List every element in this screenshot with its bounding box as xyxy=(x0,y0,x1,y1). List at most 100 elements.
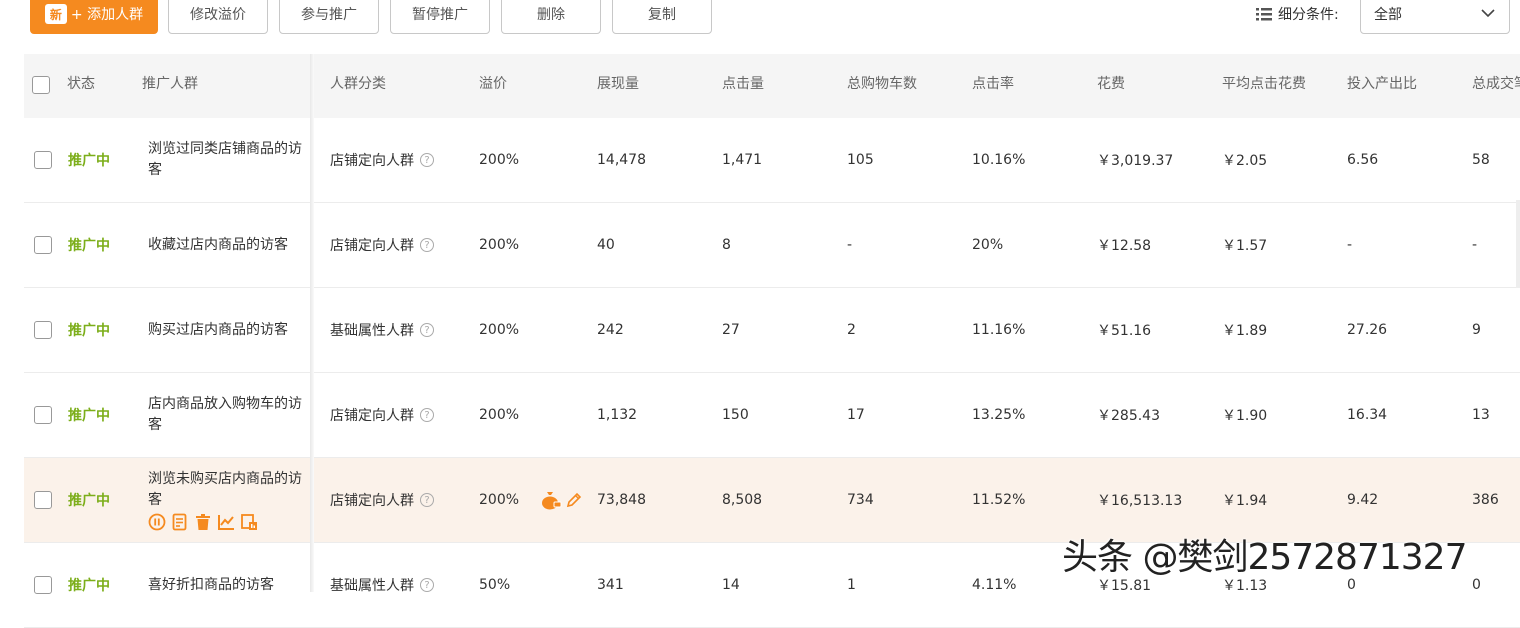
category-label: 店铺定向人群 xyxy=(330,153,414,169)
help-icon[interactable]: ? xyxy=(420,493,434,507)
watermark: 头条 @樊剑2572871327 xyxy=(1062,537,1467,578)
ctr-cell: 11.52% xyxy=(972,492,1026,508)
status-badge: 推广中 xyxy=(68,238,110,254)
orders-cell: 0 xyxy=(1472,577,1481,593)
category-cell: 店铺定向人群? xyxy=(330,203,434,287)
add-audience-label: + 添加人群 xyxy=(70,7,144,23)
category-cell: 基础属性人群? xyxy=(330,288,434,372)
cpc-cell: ￥1.90 xyxy=(1222,408,1268,424)
help-icon[interactable]: ? xyxy=(420,323,434,337)
help-icon[interactable]: ? xyxy=(420,153,434,167)
help-icon[interactable]: ? xyxy=(420,578,434,592)
cart-cell: - xyxy=(847,237,853,253)
audience-name: 购买过店内商品的访客 xyxy=(148,321,288,338)
cart-cell: 1 xyxy=(847,577,856,593)
status-badge: 推广中 xyxy=(68,323,110,339)
table-row: 推广中 浏览过同类店铺商品的访客 店铺定向人群? 200% 14,478 1,4… xyxy=(24,118,1520,203)
filter-label: 细分条件: xyxy=(1256,4,1339,24)
category-label: 店铺定向人群 xyxy=(330,408,414,424)
select-all-checkbox[interactable] xyxy=(32,76,50,94)
orders-cell: 13 xyxy=(1472,407,1490,423)
status-badge: 推广中 xyxy=(68,493,110,509)
line-chart-icon[interactable] xyxy=(217,513,235,531)
pause-icon[interactable] xyxy=(148,513,166,531)
ctr-cell: 20% xyxy=(972,237,1004,253)
table-row: 推广中 收藏过店内商品的访客 店铺定向人群? 200% 40 8 - 20% ￥… xyxy=(24,203,1520,288)
roi-cell: 6.56 xyxy=(1347,152,1379,168)
premium-cell: 200% xyxy=(479,322,520,338)
cart-cell: 17 xyxy=(847,407,865,423)
header-premium: 溢价 xyxy=(479,76,507,92)
header-audience: 推广人群 xyxy=(142,76,198,92)
category-label: 店铺定向人群 xyxy=(330,493,414,509)
header-category: 人群分类 xyxy=(330,76,386,92)
category-cell: 基础属性人群? xyxy=(330,543,434,627)
row-checkbox[interactable] xyxy=(34,321,52,339)
cost-cell: ￥3,019.37 xyxy=(1097,153,1174,169)
roi-cell: 16.34 xyxy=(1347,407,1388,423)
report-icon[interactable] xyxy=(240,513,258,531)
cost-cell: ￥12.58 xyxy=(1097,238,1152,254)
new-badge: 新 xyxy=(44,4,67,24)
help-icon[interactable]: ? xyxy=(420,408,434,422)
filter-select[interactable]: 全部 xyxy=(1360,0,1510,34)
clicks-cell: 27 xyxy=(722,322,740,338)
pause-promo-button[interactable]: 暂停推广 xyxy=(390,0,490,34)
impressions-cell: 40 xyxy=(597,237,615,253)
ctr-cell: 10.16% xyxy=(972,152,1026,168)
audience-name: 浏览过同类店铺商品的访客 xyxy=(148,141,302,178)
cost-cell: ￥51.16 xyxy=(1097,323,1152,339)
pencil-icon[interactable] xyxy=(566,492,582,508)
orders-cell: 9 xyxy=(1472,322,1481,338)
help-icon[interactable]: ? xyxy=(420,238,434,252)
edit-premium-button[interactable]: 修改溢价 xyxy=(168,0,268,34)
audience-name: 浏览未购买店内商品的访客 xyxy=(148,471,302,508)
audience-name: 收藏过店内商品的访客 xyxy=(148,236,288,253)
impressions-cell: 242 xyxy=(597,322,624,338)
row-checkbox[interactable] xyxy=(34,406,52,424)
row-checkbox[interactable] xyxy=(34,151,52,169)
header-cost: 花费 xyxy=(1097,76,1125,92)
clicks-cell: 1,471 xyxy=(722,152,763,168)
premium-edit-icons xyxy=(540,490,582,510)
add-audience-button[interactable]: 新 + 添加人群 xyxy=(30,0,158,34)
header-status: 状态 xyxy=(67,76,95,92)
premium-cell: 200% xyxy=(479,407,520,423)
impressions-cell: 1,132 xyxy=(597,407,638,423)
orders-cell: - xyxy=(1472,237,1478,253)
header-ctr: 点击率 xyxy=(972,76,1014,92)
category-label: 基础属性人群 xyxy=(330,323,414,339)
premium-cell: 200% xyxy=(479,152,520,168)
category-label: 基础属性人群 xyxy=(330,578,414,594)
frozen-column-divider xyxy=(310,54,314,592)
row-checkbox[interactable] xyxy=(34,236,52,254)
category-cell: 店铺定向人群? xyxy=(330,118,434,202)
orders-cell: 386 xyxy=(1472,492,1499,508)
table-row: 推广中 店内商品放入购物车的访客 店铺定向人群? 200% 1,132 150 … xyxy=(24,373,1520,458)
edit-note-icon[interactable] xyxy=(171,513,189,531)
money-bag-icon[interactable] xyxy=(540,490,562,510)
join-promo-button[interactable]: 参与推广 xyxy=(279,0,379,34)
delete-button[interactable]: 删除 xyxy=(501,0,601,34)
scrollbar[interactable] xyxy=(1516,200,1520,288)
status-badge: 推广中 xyxy=(68,578,110,594)
header-cpc: 平均点击花费 xyxy=(1222,76,1306,92)
table-header: 状态 推广人群 人群分类 溢价 展现量 点击量 总购物车数 点击率 花费 平均点… xyxy=(24,54,1520,118)
audience-name: 店内商品放入购物车的访客 xyxy=(148,396,302,433)
category-label: 店铺定向人群 xyxy=(330,238,414,254)
table-row: 推广中 购买过店内商品的访客 基础属性人群? 200% 242 27 2 11.… xyxy=(24,288,1520,373)
list-icon xyxy=(1256,8,1272,21)
clicks-cell: 8,508 xyxy=(722,492,763,508)
clicks-cell: 150 xyxy=(722,407,749,423)
copy-button[interactable]: 复制 xyxy=(612,0,712,34)
status-badge: 推广中 xyxy=(68,153,110,169)
trash-icon[interactable] xyxy=(194,513,212,531)
clicks-cell: 14 xyxy=(722,577,740,593)
row-checkbox[interactable] xyxy=(34,491,52,509)
category-cell: 店铺定向人群? xyxy=(330,373,434,457)
cost-cell: ￥285.43 xyxy=(1097,408,1160,424)
row-checkbox[interactable] xyxy=(34,576,52,594)
ctr-cell: 4.11% xyxy=(972,577,1017,593)
header-roi: 投入产出比 xyxy=(1347,76,1417,92)
premium-cell: 50% xyxy=(479,577,511,593)
